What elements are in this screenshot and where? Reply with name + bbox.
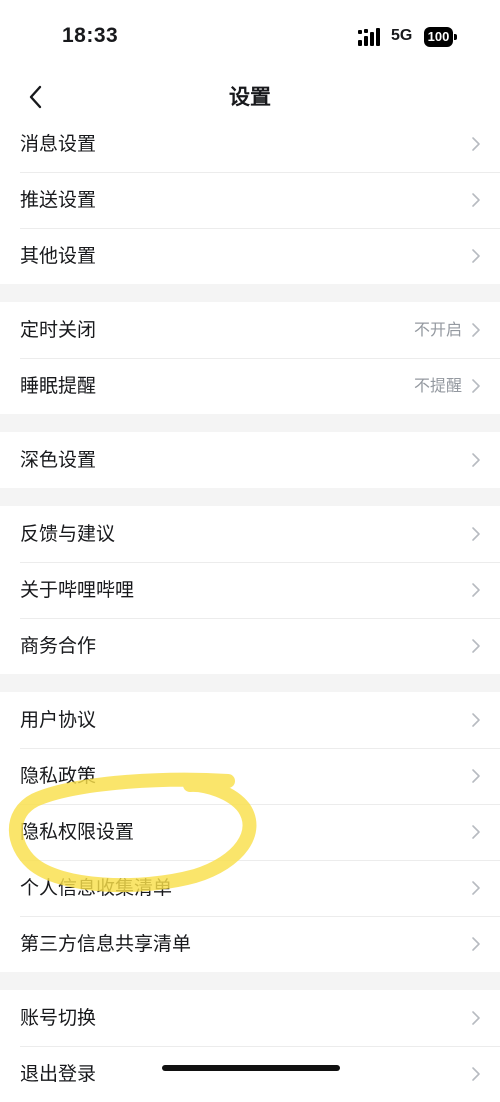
group-divider	[0, 414, 500, 432]
page-title: 设置	[229, 85, 271, 109]
settings-row-label: 深色设置	[20, 449, 97, 471]
settings-row-label: 定时关闭	[20, 319, 97, 341]
settings-row-value: 不开启	[413, 320, 462, 339]
home-indicator[interactable]	[162, 1065, 340, 1071]
settings-group-about: 反馈与建议 关于哔哩哔哩 商务合作	[0, 506, 500, 674]
settings-row-sleep-reminder[interactable]: 睡眠提醒 不提醒	[0, 358, 500, 414]
settings-group-privacy: 用户协议 隐私政策 隐私权限设置 个人信息收集清单 第三方信息共享清单	[0, 692, 500, 972]
settings-row-label: 推送设置	[20, 189, 97, 211]
chevron-right-icon	[472, 937, 480, 951]
chevron-right-icon	[472, 193, 480, 207]
status-bar: 18:33 5G 100	[0, 0, 500, 74]
settings-row-label: 隐私权限设置	[20, 821, 135, 843]
settings-row-label: 其他设置	[20, 245, 97, 267]
chevron-right-icon	[472, 527, 480, 541]
settings-row-about-bilibili[interactable]: 关于哔哩哔哩	[0, 562, 500, 618]
settings-group-general: 消息设置 推送设置 其他设置	[0, 116, 500, 284]
settings-row-feedback[interactable]: 反馈与建议	[0, 506, 500, 562]
status-time: 18:33	[62, 24, 119, 47]
chevron-left-icon	[29, 85, 42, 109]
group-divider	[0, 674, 500, 692]
battery-icon: 100	[424, 27, 457, 47]
settings-row-business[interactable]: 商务合作	[0, 618, 500, 674]
back-button[interactable]	[18, 80, 52, 114]
chevron-right-icon	[472, 825, 480, 839]
chevron-right-icon	[472, 769, 480, 783]
settings-row-push[interactable]: 推送设置	[0, 172, 500, 228]
chevron-right-icon	[472, 1067, 480, 1081]
settings-group-appearance: 深色设置	[0, 432, 500, 488]
settings-row-label: 用户协议	[20, 709, 97, 731]
settings-row-dark-mode[interactable]: 深色设置	[0, 432, 500, 488]
settings-row-switch-account[interactable]: 账号切换	[0, 990, 500, 1046]
nav-bar: 设置	[0, 74, 500, 120]
chevron-right-icon	[472, 453, 480, 467]
group-divider	[0, 972, 500, 990]
chevron-right-icon	[472, 1011, 480, 1025]
signal-icon	[358, 28, 380, 46]
settings-row-value: 不提醒	[413, 376, 462, 395]
settings-row-privacy-permissions[interactable]: 隐私权限设置	[0, 804, 500, 860]
chevron-right-icon	[472, 379, 480, 393]
settings-row-label: 退出登录	[20, 1063, 97, 1085]
settings-row-other[interactable]: 其他设置	[0, 228, 500, 284]
settings-row-label: 商务合作	[20, 635, 97, 657]
settings-group-account: 账号切换 退出登录	[0, 990, 500, 1102]
chevron-right-icon	[472, 249, 480, 263]
battery-level: 100	[424, 27, 453, 47]
chevron-right-icon	[472, 323, 480, 337]
settings-row-label: 第三方信息共享清单	[20, 933, 192, 955]
chevron-right-icon	[472, 713, 480, 727]
settings-group-timer: 定时关闭 不开启 睡眠提醒 不提醒	[0, 302, 500, 414]
settings-row-label: 消息设置	[20, 133, 97, 155]
group-divider	[0, 284, 500, 302]
network-label: 5G	[391, 27, 413, 44]
settings-row-privacy-policy[interactable]: 隐私政策	[0, 748, 500, 804]
settings-list: 消息设置 推送设置 其他设置 定时关闭 不开启 睡眠提醒 不提醒 深色设置 反馈…	[0, 116, 500, 1102]
settings-row-message[interactable]: 消息设置	[0, 116, 500, 172]
settings-row-timed-close[interactable]: 定时关闭 不开启	[0, 302, 500, 358]
chevron-right-icon	[472, 881, 480, 895]
settings-row-personal-info-list[interactable]: 个人信息收集清单	[0, 860, 500, 916]
settings-row-label: 睡眠提醒	[20, 375, 97, 397]
settings-row-label: 反馈与建议	[20, 523, 116, 545]
settings-row-label: 个人信息收集清单	[20, 877, 173, 899]
settings-row-label: 隐私政策	[20, 765, 97, 787]
settings-row-third-party-sharing[interactable]: 第三方信息共享清单	[0, 916, 500, 972]
battery-cap	[454, 34, 457, 40]
group-divider	[0, 488, 500, 506]
chevron-right-icon	[472, 639, 480, 653]
settings-row-label: 关于哔哩哔哩	[20, 579, 135, 601]
chevron-right-icon	[472, 137, 480, 151]
settings-row-logout[interactable]: 退出登录	[0, 1046, 500, 1102]
settings-row-label: 账号切换	[20, 1007, 97, 1029]
settings-row-user-agreement[interactable]: 用户协议	[0, 692, 500, 748]
chevron-right-icon	[472, 583, 480, 597]
